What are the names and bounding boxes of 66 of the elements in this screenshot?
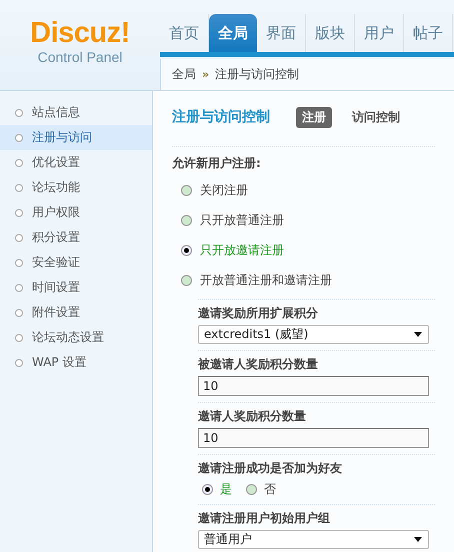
bullet-icon — [15, 234, 23, 242]
sub-tab[interactable]: 注册 — [296, 106, 332, 128]
breadcrumb-separator: » — [202, 68, 210, 81]
sidebar-item[interactable]: WAP 设置 — [0, 350, 152, 375]
sidebar-item[interactable]: 积分设置 — [0, 225, 152, 250]
sidebar-item[interactable]: 优化设置 — [0, 150, 152, 175]
bullet-icon — [15, 308, 23, 316]
section-label: 允许新用户注册: — [172, 155, 262, 172]
sidebar-label: 用户权限 — [32, 204, 80, 221]
dropdown[interactable]: 普通用户 — [198, 530, 429, 549]
sidebar-label: 论坛功能 — [32, 179, 80, 196]
caret-icon — [414, 537, 422, 542]
option-label: 开放普通注册和邀请注册 — [200, 272, 332, 288]
nav-tab[interactable]: 全局 — [209, 14, 257, 52]
radio-button[interactable] — [181, 214, 192, 226]
radio-button[interactable] — [181, 184, 192, 196]
bullet-icon — [15, 158, 23, 166]
sidebar-item[interactable]: 用户权限 — [0, 200, 152, 225]
breadcrumb-link[interactable]: 全局 — [172, 66, 196, 83]
sidebar-item[interactable]: 论坛动态设置 — [0, 325, 152, 350]
input-field[interactable]: 10 — [198, 428, 429, 448]
bullet-icon — [15, 184, 23, 192]
bullet-icon — [15, 284, 23, 292]
bullet-icon — [15, 208, 23, 216]
sidebar-item[interactable]: 附件设置 — [0, 300, 152, 325]
setting-label: 邀请注册成功是否加为好友 — [198, 460, 343, 476]
option-label: 只开放邀请注册 — [200, 242, 284, 258]
breadcrumb-current: 注册与访问控制 — [215, 66, 300, 83]
sidebar-label: 站点信息 — [32, 104, 80, 121]
dropdown[interactable]: extcredits1 (威望) — [198, 325, 429, 344]
sidebar-label: 积分设置 — [32, 229, 80, 246]
option-label: 是 — [220, 481, 232, 498]
page-title: 注册与访问控制 — [172, 108, 270, 126]
sub-tab[interactable]: 访问控制 — [346, 106, 406, 128]
sidebar-item[interactable]: 安全验证 — [0, 250, 152, 275]
setting-label: 邀请奖励所用扩展积分 — [198, 304, 319, 322]
radio-button[interactable] — [181, 274, 192, 286]
sidebar-item[interactable]: 站点信息 — [0, 100, 152, 125]
sidebar-label: 注册与访问 — [32, 129, 92, 146]
sidebar-label: 安全验证 — [32, 254, 80, 271]
sidebar-item[interactable]: 时间设置 — [0, 275, 152, 300]
radio-button[interactable] — [202, 484, 213, 495]
sidebar-label: 优化设置 — [32, 154, 80, 171]
logo-title: Discuz! — [30, 18, 130, 48]
caret-icon — [414, 332, 422, 337]
bullet-icon — [15, 134, 23, 142]
input-field[interactable]: 10 — [198, 376, 429, 396]
bullet-icon — [15, 258, 23, 266]
setting-label: 邀请注册用户初始用户组 — [198, 510, 331, 526]
sidebar-label: 论坛动态设置 — [32, 329, 104, 346]
sidebar-item[interactable]: 注册与访问 — [0, 125, 152, 150]
radio-button[interactable] — [246, 484, 257, 495]
sidebar-item[interactable]: 论坛功能 — [0, 175, 152, 200]
option-label: 关闭注册 — [200, 182, 248, 198]
sidebar-label: 时间设置 — [32, 279, 80, 296]
setting-label: 被邀请人奖励积分数量 — [198, 356, 319, 372]
setting-label: 邀请人奖励积分数量 — [198, 408, 307, 424]
radio-button[interactable] — [181, 244, 192, 256]
sidebar-label: 附件设置 — [32, 304, 80, 321]
bullet-icon — [15, 358, 23, 366]
logo-subtitle: Control Panel — [38, 48, 122, 66]
bullet-icon — [15, 108, 23, 116]
option-label: 只开放普通注册 — [200, 212, 284, 228]
sidebar-label: WAP 设置 — [32, 354, 86, 371]
bullet-icon — [15, 334, 23, 342]
option-label: 否 — [264, 481, 276, 498]
